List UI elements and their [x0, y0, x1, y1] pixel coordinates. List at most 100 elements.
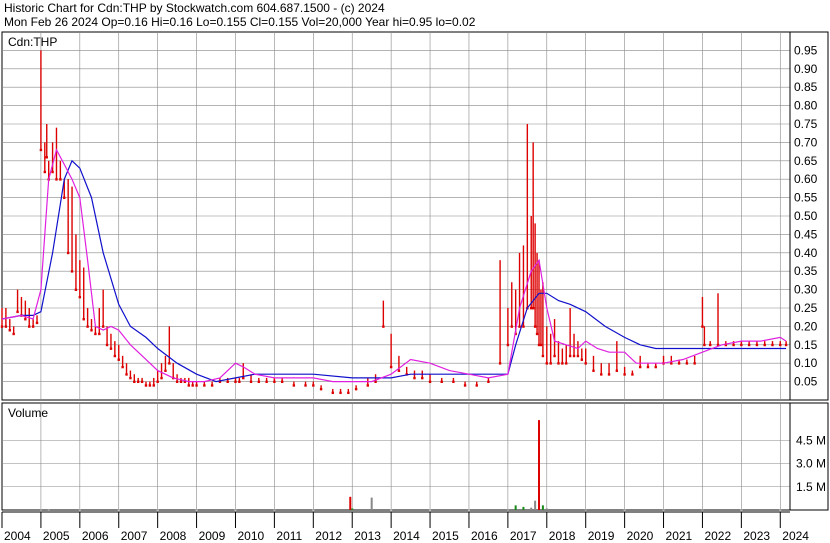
- volume-tick-label: 3.0 M: [796, 457, 826, 471]
- price-close-dot: [280, 380, 284, 383]
- price-close-dot: [12, 332, 15, 336]
- price-close-dot: [779, 343, 782, 347]
- year-label: 2022: [704, 529, 731, 543]
- price-close-dot: [740, 343, 743, 347]
- year-label: 2007: [121, 529, 148, 543]
- volume-gridlines: [2, 403, 790, 510]
- price-close-dot: [8, 329, 11, 332]
- volume-bar: [273, 509, 276, 511]
- year-label: 2016: [471, 529, 498, 543]
- price-tick-label: 0.15: [794, 338, 818, 352]
- price-close-dot: [90, 329, 93, 332]
- price-close-dot: [152, 384, 155, 387]
- volume-bar: [47, 509, 50, 511]
- price-close-dot: [522, 325, 525, 328]
- price-close-dot: [59, 178, 62, 181]
- price-tick-label: 0.55: [794, 191, 818, 205]
- price-close-dot: [553, 354, 556, 358]
- price-close-dot: [382, 325, 385, 328]
- volume-bar: [623, 509, 626, 511]
- price-close-dot: [693, 362, 696, 365]
- price-close-dot: [51, 170, 54, 174]
- price-close-dot: [354, 387, 358, 391]
- volume-bar: [390, 509, 393, 511]
- price-close-dot: [133, 380, 136, 383]
- price-close-dot: [784, 343, 788, 347]
- year-label: 2018: [549, 529, 576, 543]
- volume-bar: [506, 509, 509, 511]
- year-label: 2011: [276, 529, 302, 543]
- year-label: 2015: [432, 529, 459, 543]
- volume-bar: [534, 500, 537, 510]
- symbol-label: Cdn:THP: [8, 35, 57, 49]
- price-tick-label: 0.85: [794, 80, 818, 94]
- price-close-dot: [187, 384, 190, 387]
- price-tick-label: 0.65: [794, 154, 818, 168]
- price-close-dot: [539, 343, 543, 347]
- volume-tick-label: 1.5 M: [796, 480, 826, 494]
- price-close-dot: [0, 325, 4, 328]
- historic-price-chart: 0.05 0.10 0.15 0.20 0.25 0.30 0.35 0.40 0.45 0.50…: [0, 31, 829, 543]
- price-close-dot: [549, 362, 552, 365]
- price-tick-label: 0.35: [794, 264, 818, 278]
- price-tick-label: 0.10: [794, 356, 818, 370]
- price-close-dot: [487, 380, 490, 383]
- price-close-dot: [771, 343, 774, 347]
- price-close-dot: [117, 358, 120, 361]
- price-close-dot: [148, 384, 152, 387]
- volume-bar: [545, 508, 548, 510]
- price-close-dot: [125, 373, 128, 376]
- price-close-dot: [557, 362, 560, 365]
- price-close-dot: [568, 354, 572, 358]
- price-close-dot: [78, 295, 82, 299]
- volume-bar: [429, 509, 432, 511]
- price-close-dot: [600, 373, 603, 376]
- price-close-dot: [312, 384, 315, 387]
- price-tick-label: 0.25: [794, 301, 818, 315]
- price-panel: 0.05 0.10 0.15 0.20 0.25 0.30 0.35 0.40 0.45 0.50…: [0, 31, 829, 401]
- price-close-dot: [428, 380, 432, 383]
- volume-bar: [530, 507, 533, 510]
- price-close-dot: [576, 354, 580, 358]
- price-tick-label: 0.60: [794, 172, 818, 186]
- price-close-dot: [498, 362, 502, 365]
- price-close-dot: [39, 148, 43, 152]
- volume-bar: [312, 509, 315, 511]
- price-close-dot: [179, 380, 183, 383]
- volume-bar: [234, 509, 237, 511]
- price-close-dot: [397, 369, 401, 372]
- price-close-dot: [234, 380, 237, 383]
- price-close-dot: [140, 380, 144, 383]
- price-close-dot: [55, 178, 58, 181]
- price-close-dot: [732, 343, 735, 347]
- price-close-dot: [16, 310, 19, 314]
- price-close-dot: [572, 354, 576, 358]
- price-close-dot: [4, 325, 8, 328]
- price-tick-label: 0.20: [794, 319, 818, 333]
- price-close-dot: [304, 384, 307, 387]
- price-close-dot: [413, 376, 416, 380]
- price-tick-label: 0.30: [794, 283, 818, 297]
- price-close-dot: [561, 362, 564, 365]
- price-close-dot: [654, 365, 657, 369]
- year-label: 2004: [4, 529, 31, 543]
- price-close-dot: [94, 332, 97, 336]
- price-close-dot: [265, 380, 268, 383]
- volume-bar: [514, 505, 517, 510]
- price-close-dot: [339, 391, 342, 395]
- price-close-dot: [623, 373, 626, 376]
- price-close-dot: [136, 380, 140, 383]
- price-close-dot: [319, 387, 323, 391]
- year-label: 2008: [160, 529, 187, 543]
- year-label: 2014: [393, 529, 420, 543]
- price-close-dot: [66, 251, 70, 255]
- volume-bar: [467, 509, 470, 511]
- price-gridlines: [2, 32, 790, 400]
- volume-bar: [370, 497, 373, 510]
- year-label: 2006: [82, 529, 109, 543]
- price-close-dot: [631, 373, 634, 376]
- price-close-dot: [24, 318, 27, 321]
- price-tick-label: 0.90: [794, 62, 818, 76]
- price-tick-label: 0.75: [794, 117, 818, 131]
- volume-bar: [740, 509, 743, 511]
